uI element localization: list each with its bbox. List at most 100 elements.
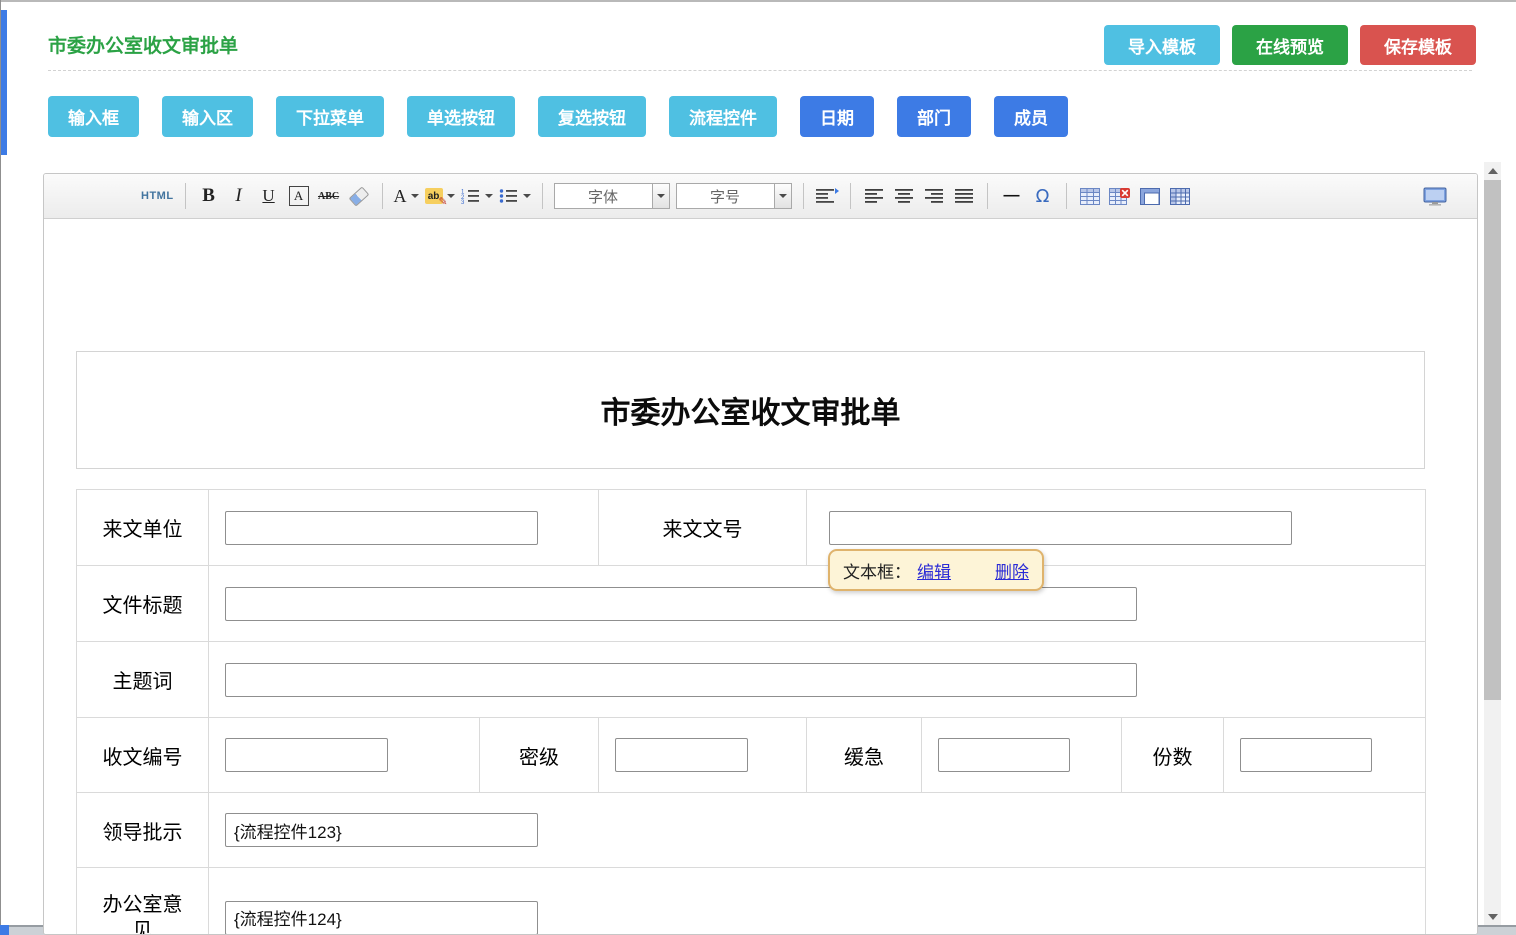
laiwen-danwei-label: 来文单位 bbox=[77, 490, 209, 566]
delete-table-icon bbox=[1109, 188, 1130, 205]
toolbar-separator bbox=[382, 183, 383, 209]
edit-link[interactable]: 编辑 bbox=[917, 558, 951, 583]
toolbar-separator bbox=[1066, 183, 1067, 209]
insert-date-button[interactable]: 日期 bbox=[800, 96, 874, 137]
bangongshi-yijian-input[interactable] bbox=[225, 901, 538, 935]
fullscreen-monitor-icon bbox=[1423, 187, 1447, 206]
strikethrough-button[interactable]: ABC bbox=[317, 183, 341, 209]
table-row: 领导批示 bbox=[77, 793, 1426, 868]
ordered-list-button[interactable]: 1 2 3 bbox=[461, 183, 493, 209]
shouwen-bianhao-input[interactable] bbox=[225, 738, 388, 772]
insert-table-icon bbox=[1080, 188, 1100, 205]
font-size-value: 字号 bbox=[676, 183, 774, 209]
indent-button[interactable] bbox=[815, 183, 839, 209]
laiwen-wenhao-label: 来文文号 bbox=[599, 490, 807, 566]
fullscreen-button[interactable] bbox=[1423, 183, 1447, 209]
bold-button[interactable]: B bbox=[197, 183, 221, 209]
scroll-up-button[interactable] bbox=[1484, 162, 1501, 179]
chevron-down-icon bbox=[447, 194, 455, 198]
delete-link[interactable]: 删除 bbox=[995, 558, 1029, 583]
align-left-icon bbox=[864, 188, 884, 204]
toolbar-separator bbox=[850, 183, 851, 209]
laiwen-danwei-input[interactable] bbox=[225, 511, 538, 545]
arrow-up-icon bbox=[1488, 168, 1498, 174]
underline-button[interactable]: U bbox=[257, 183, 281, 209]
vertical-scrollbar[interactable] bbox=[1484, 162, 1501, 925]
background-window-strip bbox=[1, 10, 7, 155]
font-family-select[interactable]: 字体 bbox=[554, 183, 670, 209]
header-divider bbox=[48, 70, 1472, 71]
highlight-color-button[interactable]: ab✎ bbox=[425, 183, 455, 209]
lingdao-pishi-label: 领导批示 bbox=[77, 793, 209, 868]
italic-button[interactable]: I bbox=[227, 183, 251, 209]
online-preview-button[interactable]: 在线预览 bbox=[1232, 25, 1348, 65]
wenjian-biaoti-input[interactable] bbox=[225, 587, 1137, 621]
align-right-button[interactable] bbox=[922, 183, 946, 209]
align-center-button[interactable] bbox=[892, 183, 916, 209]
lingdao-pishi-input[interactable] bbox=[225, 813, 538, 847]
chevron-down-icon bbox=[657, 194, 665, 198]
miji-label: 密级 bbox=[480, 718, 599, 793]
zhutici-label: 主题词 bbox=[77, 642, 209, 718]
tooltip-label: 文本框： bbox=[843, 558, 911, 583]
insert-flow-control-button[interactable]: 流程控件 bbox=[669, 96, 777, 137]
special-character-button[interactable]: Ω bbox=[1031, 183, 1055, 209]
scrollbar-thumb[interactable] bbox=[1484, 180, 1501, 700]
indent-icon bbox=[815, 188, 839, 204]
insert-dropdown-button[interactable]: 下拉菜单 bbox=[276, 96, 384, 137]
zhutici-input[interactable] bbox=[225, 663, 1137, 697]
huanji-input[interactable] bbox=[938, 738, 1070, 772]
fenshu-input[interactable] bbox=[1240, 738, 1372, 772]
table-row: 主题词 bbox=[77, 642, 1426, 718]
form-title-box: 市委办公室收文审批单 bbox=[76, 351, 1425, 469]
horizontal-rule-button[interactable]: — bbox=[999, 183, 1025, 209]
align-left-button[interactable] bbox=[862, 183, 886, 209]
control-buttons-row: 输入框 输入区 下拉菜单 单选按钮 复选按钮 流程控件 日期 部门 成员 bbox=[48, 96, 1068, 137]
chevron-down-icon bbox=[411, 194, 419, 198]
insert-radio-button[interactable]: 单选按钮 bbox=[407, 96, 515, 137]
toolbar-separator bbox=[542, 183, 543, 209]
insert-table-button[interactable] bbox=[1078, 183, 1102, 209]
textbox-action-tooltip: 文本框： 编辑 删除 bbox=[828, 549, 1044, 591]
ordered-list-icon: 1 2 3 bbox=[461, 188, 481, 204]
laiwen-wenhao-input[interactable] bbox=[829, 511, 1292, 545]
remove-format-button[interactable] bbox=[347, 183, 371, 209]
insert-member-button[interactable]: 成员 bbox=[994, 96, 1068, 137]
font-family-dropdown-button[interactable] bbox=[652, 183, 670, 209]
highlight-ab-icon: ab✎ bbox=[425, 188, 443, 204]
justify-icon bbox=[954, 188, 974, 204]
insert-textarea-button[interactable]: 输入区 bbox=[162, 96, 253, 137]
toolbar-separator bbox=[987, 183, 988, 209]
cell-properties-button[interactable] bbox=[1138, 183, 1162, 209]
editor-content-area[interactable]: 市委办公室收文审批单 来文单位 来文文号 文件标题 主题词 收文 bbox=[44, 219, 1477, 935]
fenshu-label: 份数 bbox=[1122, 718, 1224, 793]
font-style-button[interactable]: A bbox=[287, 183, 311, 209]
table-properties-button[interactable] bbox=[1168, 183, 1192, 209]
align-right-icon bbox=[924, 188, 944, 204]
unordered-list-button[interactable] bbox=[499, 183, 531, 209]
save-template-button[interactable]: 保存模板 bbox=[1360, 25, 1476, 65]
scroll-down-button[interactable] bbox=[1484, 908, 1501, 925]
font-color-button[interactable]: A bbox=[394, 183, 419, 209]
editor-toolbar: HTML B I U A ABC A ab✎ 1 2 3 bbox=[44, 174, 1477, 219]
eraser-icon bbox=[348, 186, 369, 206]
html-source-button[interactable]: HTML bbox=[141, 183, 174, 209]
import-template-button[interactable]: 导入模板 bbox=[1104, 25, 1220, 65]
bangongshi-yijian-label: 办公室意见 bbox=[101, 892, 185, 935]
font-size-select[interactable]: 字号 bbox=[676, 183, 792, 209]
insert-checkbox-button[interactable]: 复选按钮 bbox=[538, 96, 646, 137]
form-title: 市委办公室收文审批单 bbox=[601, 388, 901, 432]
justify-button[interactable] bbox=[952, 183, 976, 209]
delete-table-button[interactable] bbox=[1108, 183, 1132, 209]
shouwen-bianhao-label: 收文编号 bbox=[77, 718, 209, 793]
insert-inputbox-button[interactable]: 输入框 bbox=[48, 96, 139, 137]
insert-department-button[interactable]: 部门 bbox=[897, 96, 971, 137]
font-family-value: 字体 bbox=[554, 183, 652, 209]
font-size-dropdown-button[interactable] bbox=[774, 183, 792, 209]
window-top-edge bbox=[0, 0, 1516, 2]
background-window-corner bbox=[0, 925, 9, 935]
font-color-a-icon: A bbox=[394, 186, 407, 207]
miji-input[interactable] bbox=[615, 738, 748, 772]
chevron-down-icon bbox=[779, 194, 787, 198]
table-row: 来文单位 来文文号 bbox=[77, 490, 1426, 566]
